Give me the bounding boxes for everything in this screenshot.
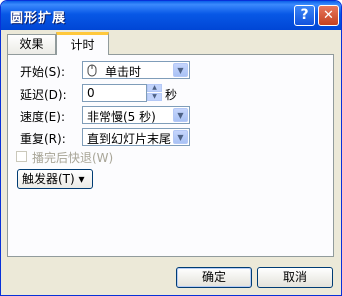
repeat-select[interactable]: 直到幻灯片末尾 ▼ [82,128,190,146]
start-select[interactable]: 单击时 ▼ [82,61,190,79]
delay-unit: 秒 [165,88,178,102]
start-value: 单击时 [105,65,142,79]
repeat-value: 直到幻灯片末尾 [87,132,172,146]
delay-value: 0 [87,86,95,100]
close-button[interactable]: ✕ [318,5,339,26]
speed-label: 速度(E): [20,110,65,124]
dialog-window: 圆形扩展 ? ✕ 效果 计时 开始(S): 单击时 ▼ 延迟(D): 0 ▲ ▼… [0,0,342,296]
speed-value: 非常慢(5 秒) [87,110,156,124]
speed-select[interactable]: 非常慢(5 秒) ▼ [82,106,190,124]
spin-up-icon[interactable]: ▲ [147,84,162,92]
start-label: 开始(S): [20,65,66,79]
chevron-down-icon[interactable]: ▼ [173,108,188,122]
ok-button[interactable]: 确定 [176,267,252,288]
delay-spinner[interactable]: ▲ ▼ [147,84,164,102]
rewind-checkbox[interactable] [16,151,27,162]
chevron-down-icon[interactable]: ▼ [173,63,188,77]
chevron-down-icon[interactable]: ▼ [173,130,188,144]
mouse-icon [87,64,97,77]
delay-label: 延迟(D): [20,88,67,102]
trigger-button[interactable]: 触发器(T) ▾ [17,169,93,189]
help-button[interactable]: ? [294,5,315,26]
repeat-label: 重复(R): [20,132,66,146]
tab-effect[interactable]: 效果 [7,34,56,54]
tab-timing[interactable]: 计时 [56,32,109,55]
cancel-button[interactable]: 取消 [257,267,333,288]
rewind-label: 播完后快退(W) [32,151,114,165]
spin-down-icon[interactable]: ▼ [147,93,162,101]
title-bar[interactable]: 圆形扩展 ? ✕ [1,1,341,30]
window-title: 圆形扩展 [10,11,67,26]
delay-input[interactable]: 0 [82,84,147,102]
